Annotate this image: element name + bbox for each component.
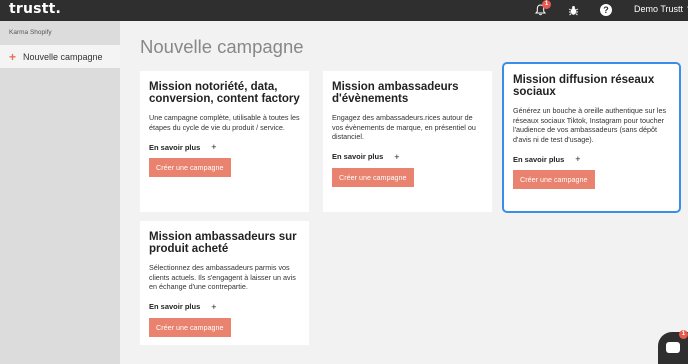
chat-widget-button[interactable]: 1 bbox=[658, 330, 688, 364]
card-title: Mission diffusion réseaux sociaux bbox=[513, 74, 655, 98]
learn-more-label: En savoir plus bbox=[149, 142, 201, 152]
notifications-button[interactable]: 1 bbox=[533, 0, 551, 17]
user-name: Demo Trustt bbox=[634, 4, 684, 14]
page-title: Nouvelle campagne bbox=[140, 36, 304, 57]
help-icon: ? bbox=[600, 4, 612, 16]
sidebar-item-nouvelle-campagne[interactable]: + Nouvelle campagne bbox=[0, 45, 120, 68]
logo[interactable]: trustt. bbox=[9, 1, 61, 17]
card-title: Mission ambassadeurs sur produit acheté bbox=[149, 231, 297, 255]
learn-more-label: En savoir plus bbox=[332, 152, 384, 161]
plus-icon: + bbox=[394, 151, 400, 162]
chat-icon bbox=[666, 342, 680, 353]
help-button[interactable]: ? bbox=[599, 3, 613, 17]
plus-icon: + bbox=[575, 154, 581, 164]
create-campaign-button[interactable]: Créer une campagne bbox=[513, 170, 595, 189]
learn-more-label: En savoir plus bbox=[149, 302, 201, 311]
learn-more-link[interactable]: En savoir plus + bbox=[332, 152, 483, 162]
card-description: Générez un bouche à oreille authentique … bbox=[513, 106, 667, 144]
create-campaign-button[interactable]: Créer une campagne bbox=[149, 158, 231, 177]
plus-icon: + bbox=[211, 142, 217, 152]
create-campaign-button[interactable]: Créer une campagne bbox=[149, 317, 231, 337]
create-campaign-button[interactable]: Créer une campagne bbox=[332, 167, 414, 187]
plus-icon: + bbox=[9, 49, 17, 64]
learn-more-link[interactable]: En savoir plus + bbox=[149, 142, 300, 152]
plus-icon: + bbox=[211, 301, 217, 312]
chat-badge: 1 bbox=[679, 330, 688, 339]
card-description: Une campagne complète, utilisable à tout… bbox=[149, 113, 300, 132]
learn-more-label: En savoir plus bbox=[513, 154, 565, 164]
top-bar: trustt. 1 ? Demo Trustt ▼ bbox=[0, 0, 688, 21]
bug-report-button[interactable] bbox=[566, 3, 580, 17]
card-title: Mission ambassadeurs d'évènements bbox=[332, 81, 459, 105]
sidebar-org-name: Karma Shopify bbox=[9, 29, 52, 36]
campaign-card-reseaux-sociaux[interactable]: Mission diffusion réseaux sociaux Génére… bbox=[502, 62, 681, 213]
learn-more-link[interactable]: En savoir plus + bbox=[149, 302, 300, 312]
bug-icon bbox=[568, 5, 578, 15]
campaign-card-produit-achete: Mission ambassadeurs sur produit acheté … bbox=[140, 221, 309, 345]
campaign-card-notoriete: Mission notoriété, data, conversion, con… bbox=[140, 71, 309, 212]
learn-more-link[interactable]: En savoir plus + bbox=[513, 154, 670, 164]
campaign-card-evenements: Mission ambassadeurs d'évènements Engage… bbox=[323, 71, 492, 212]
card-description: Sélectionnez des ambassadeurs parmis vos… bbox=[149, 263, 296, 291]
sidebar-item-label: Nouvelle campagne bbox=[23, 51, 103, 62]
notification-badge: 1 bbox=[542, 0, 551, 9]
sidebar: Karma Shopify + Nouvelle campagne bbox=[0, 21, 120, 364]
user-menu[interactable]: Demo Trustt ▼ bbox=[634, 4, 688, 14]
card-description: Engagez des ambassadeurs.rices autour de… bbox=[332, 113, 476, 141]
card-title: Mission notoriété, data, conversion, con… bbox=[149, 81, 300, 105]
